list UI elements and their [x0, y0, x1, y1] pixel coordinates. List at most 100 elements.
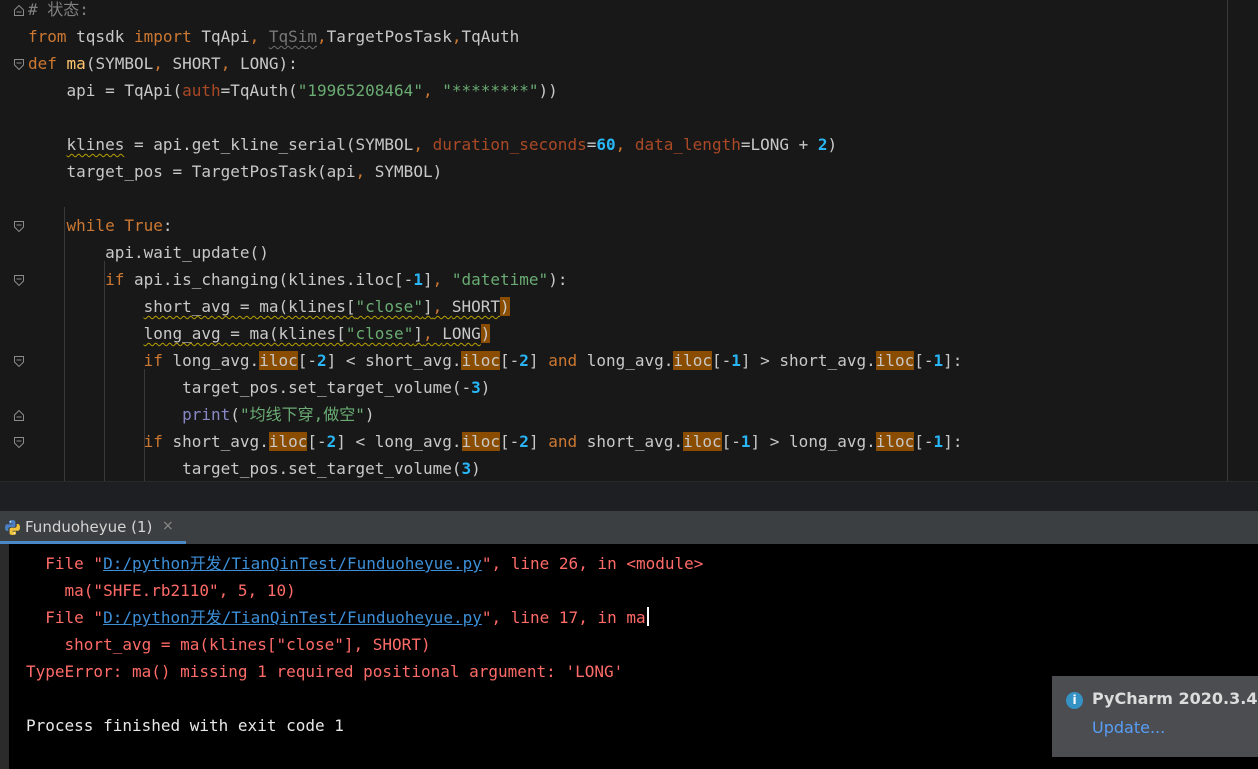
- code-token: "********": [442, 81, 539, 100]
- code-token: [-: [914, 432, 934, 451]
- code-token: 1: [413, 270, 423, 289]
- code-line: long_avg = ma(klines["close"], LONG): [28, 320, 491, 347]
- code-line: klines = api.get_kline_serial(SYMBOL, du…: [28, 131, 838, 158]
- code-token: ,: [615, 135, 635, 154]
- fold-collapse-icon[interactable]: [14, 221, 24, 232]
- code-token: (: [230, 405, 240, 424]
- code-token: if: [143, 351, 163, 370]
- code-token: long_avg = ma(klines[: [143, 324, 346, 343]
- code-token: and: [548, 432, 578, 451]
- update-link[interactable]: Update...: [1092, 718, 1165, 737]
- panel-divider[interactable]: [0, 481, 1258, 512]
- code-token: 60: [596, 135, 616, 154]
- code-token: SHORT: [172, 54, 221, 73]
- fold-collapse-icon[interactable]: [14, 59, 24, 70]
- code-token: long_avg.: [162, 351, 260, 370]
- console-line: File "D:/python开发/TianQinTest/Funduoheyu…: [26, 604, 649, 631]
- code-token: ,: [317, 27, 327, 46]
- code-token: iloc: [268, 432, 308, 451]
- process-exit-message: Process finished with exit code 1: [26, 716, 344, 735]
- code-token: iloc: [673, 351, 712, 370]
- code-line: # 状态:: [28, 0, 89, 23]
- code-token: ,: [249, 27, 269, 46]
- file-link[interactable]: D:/python开发/TianQinTest/Funduoheyue.py: [103, 608, 482, 627]
- code-token: =: [586, 135, 597, 154]
- code-token: long_avg.: [577, 351, 674, 370]
- code-token: ma: [66, 54, 86, 73]
- code-token: =TqAuth(: [220, 81, 298, 100]
- file-link[interactable]: D:/python开发/TianQinTest/Funduoheyue.py: [103, 554, 482, 573]
- update-notification[interactable]: i PyCharm 2020.3.4 av Update...: [1052, 676, 1258, 757]
- fold-collapse-icon[interactable]: [14, 437, 24, 448]
- code-token: [-: [500, 432, 520, 451]
- code-token: ,: [355, 162, 375, 181]
- code-token: ]: [422, 297, 433, 316]
- code-token: (SYMBOL: [85, 54, 154, 73]
- code-token: while: [66, 216, 115, 235]
- code-token: SHORT: [451, 297, 501, 316]
- tab-funduoheyue[interactable]: Funduoheyue (1) ×: [0, 511, 186, 544]
- run-tool-window-tabs: Funduoheyue (1) ×: [0, 511, 1258, 544]
- code-line: api.wait_update(): [28, 239, 269, 266]
- code-line: def ma(SYMBOL, SHORT, LONG):: [28, 50, 298, 77]
- code-token: short_avg.: [162, 432, 269, 451]
- editor-gutter: [0, 0, 27, 481]
- fold-end-icon[interactable]: [14, 5, 24, 16]
- code-token: TqApi: [191, 27, 250, 46]
- code-token: iloc: [875, 351, 915, 370]
- code-token: short_avg.: [577, 432, 684, 451]
- close-icon[interactable]: ×: [162, 518, 174, 534]
- code-line: from tqsdk import TqApi, TqSim,TargetPos…: [28, 23, 519, 50]
- code-token: [-: [297, 351, 317, 370]
- code-line: api = TqApi(auth=TqAuth("19965208464", "…: [28, 77, 558, 104]
- run-tab-label: Funduoheyue (1): [25, 518, 153, 536]
- code-token: 2: [519, 432, 529, 451]
- error-message: TypeError: ma() missing 1 required posit…: [26, 662, 624, 681]
- code-token: [-: [711, 351, 732, 370]
- code-token: "datetime": [451, 270, 549, 289]
- code-token: TqAuth: [461, 27, 520, 46]
- code-token: SYMBOL): [374, 162, 443, 181]
- code-token: if: [105, 270, 125, 289]
- code-token: "close": [345, 324, 414, 343]
- fold-collapse-icon[interactable]: [14, 356, 24, 367]
- code-token: klines: [66, 135, 125, 154]
- code-token: iloc: [461, 351, 501, 370]
- code-token: api = TqApi(: [28, 81, 183, 100]
- code-token: api.wait_update(): [28, 243, 269, 262]
- code-token: import: [133, 27, 192, 46]
- code-token: ):: [548, 270, 568, 289]
- code-token: ): [364, 405, 375, 424]
- code-line: short_avg = ma(klines["close"], SHORT): [28, 293, 510, 320]
- code-line: while True:: [28, 212, 173, 239]
- code-token: and: [548, 351, 578, 370]
- code-token: [-: [914, 351, 934, 370]
- code-token: auth: [182, 81, 221, 100]
- code-editor[interactable]: # 状态: from tqsdk import TqApi, TqSim,Targ…: [0, 0, 1258, 481]
- code-token: ] > long_avg.: [750, 432, 876, 451]
- code-token: ): [480, 378, 491, 397]
- console-left-gutter: [0, 544, 9, 769]
- code-token: True: [124, 216, 163, 235]
- code-token: [-: [307, 432, 327, 451]
- code-token: ,: [432, 270, 452, 289]
- console-line: short_avg = ma(klines["close"], SHORT): [26, 635, 431, 654]
- code-token: ] < short_avg.: [326, 351, 462, 370]
- code-token: "均线下穿,做空": [239, 405, 365, 424]
- code-token: TqSim: [268, 27, 317, 46]
- code-token: ,: [220, 54, 240, 73]
- code-token: iloc: [875, 432, 915, 451]
- code-token: 1: [933, 351, 944, 370]
- code-token: ]:: [943, 432, 963, 451]
- fold-end-icon[interactable]: [14, 410, 24, 421]
- code-token: ] > short_avg.: [740, 351, 876, 370]
- code-token: data_length: [634, 135, 741, 154]
- code-token: ): [471, 459, 481, 478]
- code-token: iloc: [683, 432, 722, 451]
- code-token: TargetPosTask: [326, 27, 452, 46]
- code-token: if: [143, 432, 163, 451]
- fold-collapse-icon[interactable]: [14, 275, 24, 286]
